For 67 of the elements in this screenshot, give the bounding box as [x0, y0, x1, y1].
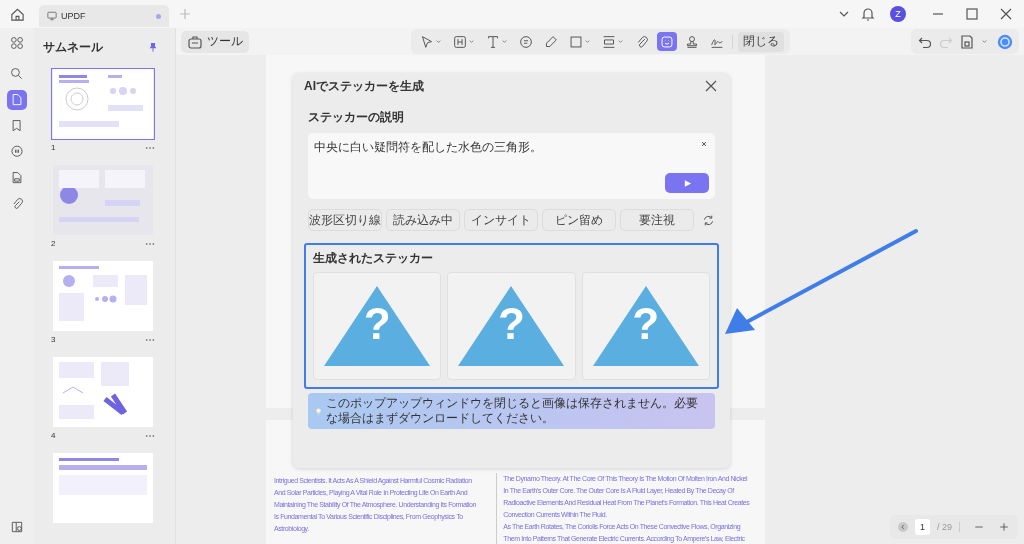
page-icon [10, 93, 24, 107]
description-field[interactable]: 中央に白い疑問符を配した水色の三角形。 [308, 133, 715, 199]
tools-button[interactable]: ツール [181, 30, 249, 53]
suggestion-chip[interactable]: ピン留め [542, 209, 616, 231]
ruler-icon [601, 34, 616, 49]
page-total: / 29 [937, 522, 952, 532]
toolbox-icon [187, 33, 203, 50]
search-icon [10, 67, 24, 81]
grid-icon[interactable] [10, 36, 24, 50]
notice-text: このポップアップウィンドウを閉じると画像は保存されません。必要な場合はまずダウンロードしてください。 [326, 396, 699, 426]
page-thumbnail[interactable] [51, 164, 155, 236]
previous-page-icon[interactable] [897, 522, 908, 532]
page-thumbnail[interactable] [51, 356, 155, 428]
question-mark: ? [363, 302, 391, 347]
zoom-in-icon[interactable] [998, 521, 1010, 533]
bookmark-icon [10, 119, 24, 133]
lightbulb-icon [316, 407, 321, 415]
more-icon[interactable] [145, 337, 155, 342]
section-title: 生成されたステッカー [313, 250, 434, 267]
avatar[interactable]: Z [890, 6, 906, 22]
page-thumbnail[interactable] [51, 260, 155, 332]
monitor-icon [47, 11, 57, 21]
suggestion-chip[interactable]: 要注視 [620, 209, 694, 231]
triangle-sticker-icon [458, 286, 565, 366]
more-icon[interactable] [145, 145, 155, 150]
caret-icon[interactable] [981, 38, 988, 45]
question-mark: ? [498, 302, 525, 347]
page-number: 3 [51, 335, 56, 344]
page-thumbnail[interactable] [51, 452, 155, 524]
question-mark: ? [632, 302, 660, 347]
square-icon [568, 34, 583, 49]
send-icon [682, 178, 692, 188]
page-number: 1 [51, 143, 56, 152]
close-button[interactable]: 閉じる [737, 31, 784, 52]
suggestion-chip[interactable]: 読み込み中 [386, 209, 460, 231]
triangle-sticker-icon [324, 286, 431, 366]
document-tab[interactable]: UPDF [39, 5, 169, 27]
page-thumbnail[interactable] [51, 68, 155, 140]
field-label: ステッカーの説明 [308, 109, 405, 126]
suggestion-chip[interactable]: 波形区切り線 [308, 209, 382, 231]
home-icon[interactable] [10, 6, 25, 22]
text-icon [485, 34, 500, 49]
comment-icon [10, 145, 24, 159]
maximize-icon[interactable] [964, 6, 980, 22]
text-box-icon [452, 34, 467, 49]
dialog-title: AIでステッカーを生成 [304, 77, 424, 95]
page-input[interactable]: 1 [914, 519, 930, 535]
panel-toggle-icon[interactable] [10, 520, 24, 534]
bell-icon[interactable] [860, 6, 876, 22]
refresh-icon[interactable] [702, 213, 715, 227]
page-number: 4 [51, 431, 56, 440]
send-button[interactable] [665, 173, 709, 193]
more-icon[interactable] [145, 241, 155, 246]
panel-title: サムネール [43, 38, 103, 56]
more-icon[interactable] [145, 433, 155, 438]
pointer-icon [419, 34, 434, 49]
suggestion-chip[interactable]: インサイト [464, 209, 538, 231]
close-icon[interactable] [998, 6, 1014, 22]
paperclip-icon [10, 197, 24, 211]
close-icon[interactable] [703, 78, 719, 94]
pages-rail-button[interactable] [7, 90, 27, 110]
page-number: 2 [51, 239, 56, 248]
clear-icon[interactable] [701, 141, 707, 147]
save-icon[interactable] [959, 33, 975, 50]
ai-assistant-icon[interactable] [997, 33, 1013, 50]
document-icon [10, 171, 24, 185]
triangle-sticker-icon [592, 286, 699, 366]
